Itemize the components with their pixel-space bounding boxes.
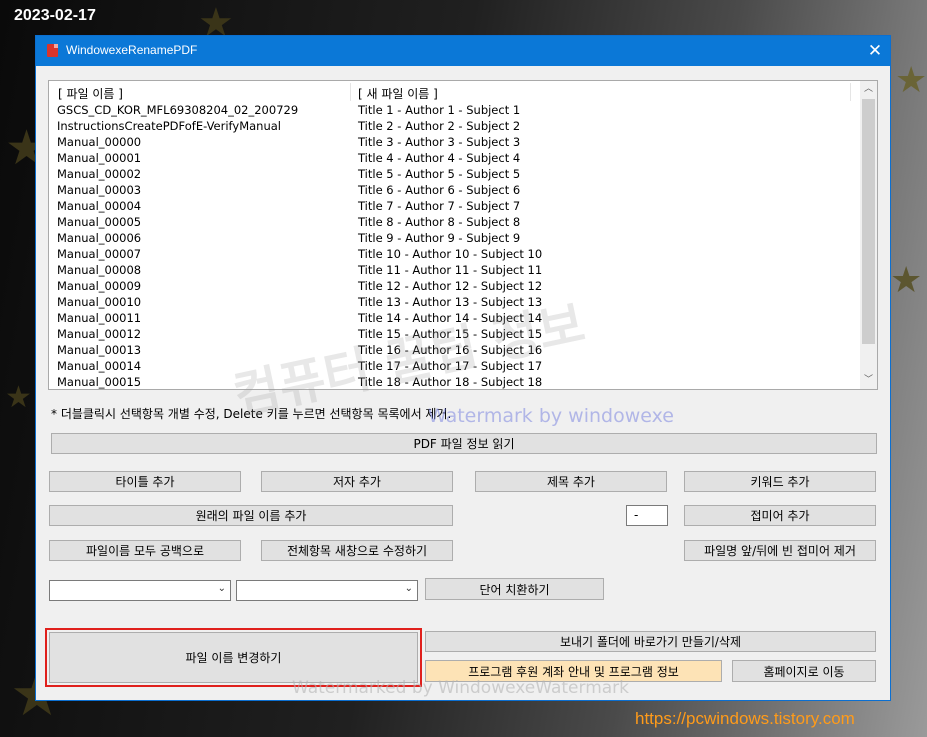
- list-item[interactable]: Manual_00010 Title 13 - Author 13 - Subje…: [49, 295, 862, 311]
- original-filename: Manual_00002: [57, 167, 142, 181]
- list-item[interactable]: Manual_00008 Title 11 - Author 11 - Subje…: [49, 263, 862, 279]
- new-filename: Title 5 - Author 5 - Subject 5: [358, 167, 521, 181]
- new-filename: Title 11 - Author 11 - Subject 11: [358, 263, 543, 277]
- list-item[interactable]: GSCS_CD_KOR_MFL69308204_02_200729 Title 1…: [49, 103, 862, 119]
- original-filename: Manual_00003: [57, 183, 142, 197]
- new-filename: Title 10 - Author 10 - Subject 10: [358, 247, 543, 261]
- new-filename: Title 7 - Author 7 - Subject 7: [358, 199, 521, 213]
- star-icon: ★: [5, 380, 32, 415]
- search-word-combo[interactable]: ⌄: [49, 580, 231, 601]
- add-suffix-button[interactable]: 접미어 추가: [684, 505, 876, 526]
- original-filename: Manual_00009: [57, 279, 142, 293]
- add-keyword-button[interactable]: 키워드 추가: [684, 471, 876, 492]
- new-filename: Title 17 - Author 17 - Subject 17: [358, 359, 543, 373]
- star-icon: ★: [890, 260, 923, 301]
- usage-hint: * 더블클릭시 선택항목 개별 수정, Delete 키를 누르면 선택항목 목…: [51, 407, 452, 421]
- desktop-date: 2023-02-17: [14, 7, 96, 24]
- chevron-down-icon[interactable]: ⌄: [218, 583, 226, 594]
- list-item[interactable]: Manual_00006 Title 9 - Author 9 - Subject…: [49, 231, 862, 247]
- list-item[interactable]: Manual_00009 Title 12 - Author 12 - Subje…: [49, 279, 862, 295]
- original-filename: Manual_00015: [57, 375, 142, 389]
- original-filename: GSCS_CD_KOR_MFL69308204_02_200729: [57, 103, 299, 117]
- file-list[interactable]: [ 파일 이름 ] [ 새 파일 이름 ] GSCS_CD_KOR_MFL693…: [48, 80, 878, 390]
- original-filename: Manual_00001: [57, 151, 142, 165]
- rename-files-button[interactable]: 파일 이름 변경하기: [49, 632, 418, 683]
- app-window: WindowexeRenamePDF ✕ [ 파일 이름 ] [ 새 파일 이름…: [35, 35, 891, 701]
- original-filename: Manual_00005: [57, 215, 142, 229]
- list-item[interactable]: Manual_00004 Title 7 - Author 7 - Subject…: [49, 199, 862, 215]
- new-filename: Title 15 - Author 15 - Subject 15: [358, 327, 543, 341]
- new-filename: Title 12 - Author 12 - Subject 12: [358, 279, 543, 293]
- list-item[interactable]: Manual_00014 Title 17 - Author 17 - Subje…: [49, 359, 862, 375]
- new-filename: Title 1 - Author 1 - Subject 1: [358, 103, 521, 117]
- list-item[interactable]: Manual_00013 Title 16 - Author 16 - Subje…: [49, 343, 862, 359]
- send-to-shortcut-button[interactable]: 보내기 폴더에 바로가기 만들기/삭제: [425, 631, 876, 652]
- original-filename: Manual_00000: [57, 135, 142, 149]
- column-header-new[interactable]: [ 새 파일 이름 ]: [358, 85, 438, 102]
- new-filename: Title 4 - Author 4 - Subject 4: [358, 151, 521, 165]
- list-header: [ 파일 이름 ] [ 새 파일 이름 ]: [49, 81, 862, 103]
- original-filename: Manual_00008: [57, 263, 142, 277]
- column-header-original[interactable]: [ 파일 이름 ]: [58, 85, 123, 102]
- new-filename: Title 14 - Author 14 - Subject 14: [358, 311, 543, 325]
- star-icon: ★: [895, 60, 927, 101]
- pdf-icon: [47, 44, 58, 57]
- homepage-button[interactable]: 홈페이지로 이동: [732, 660, 876, 682]
- list-item[interactable]: Manual_00015 Title 18 - Author 18 - Subje…: [49, 375, 862, 389]
- original-filename: Manual_00013: [57, 343, 142, 357]
- chevron-up-icon[interactable]: ︿: [860, 81, 877, 98]
- original-filename: Manual_00014: [57, 359, 142, 373]
- replace-word-combo[interactable]: ⌄: [236, 580, 418, 601]
- site-url: https://pcwindows.tistory.com: [635, 709, 855, 728]
- list-item[interactable]: Manual_00000 Title 3 - Author 3 - Subject…: [49, 135, 862, 151]
- new-filename: Title 6 - Author 6 - Subject 6: [358, 183, 521, 197]
- add-title-button[interactable]: 타이틀 추가: [49, 471, 241, 492]
- list-item[interactable]: Manual_00003 Title 6 - Author 6 - Subject…: [49, 183, 862, 199]
- add-original-name-button[interactable]: 원래의 파일 이름 추가: [49, 505, 453, 526]
- list-item[interactable]: InstructionsCreatePDFofE-VerifyManual Tit…: [49, 119, 862, 135]
- list-rows: GSCS_CD_KOR_MFL69308204_02_200729 Title 1…: [49, 103, 862, 389]
- suffix-field[interactable]: -: [626, 505, 668, 526]
- close-button[interactable]: ✕: [860, 36, 890, 66]
- list-item[interactable]: Manual_00011 Title 14 - Author 14 - Subje…: [49, 311, 862, 327]
- list-item[interactable]: Manual_00002 Title 5 - Author 5 - Subject…: [49, 167, 862, 183]
- original-filename: Manual_00004: [57, 199, 142, 213]
- new-filename: Title 2 - Author 2 - Subject 2: [358, 119, 521, 133]
- new-filename: Title 8 - Author 8 - Subject 8: [358, 215, 521, 229]
- list-item[interactable]: Manual_00012 Title 15 - Author 15 - Subje…: [49, 327, 862, 343]
- remove-empty-affix-button[interactable]: 파일명 앞/뒤에 빈 접미어 제거: [684, 540, 876, 561]
- chevron-down-icon[interactable]: ﹀: [860, 372, 877, 389]
- list-item[interactable]: Manual_00007 Title 10 - Author 10 - Subje…: [49, 247, 862, 263]
- new-filename: Title 16 - Author 16 - Subject 16: [358, 343, 543, 357]
- list-item[interactable]: Manual_00005 Title 8 - Author 8 - Subject…: [49, 215, 862, 231]
- title-bar: WindowexeRenamePDF ✕: [36, 36, 890, 66]
- new-filename: Title 18 - Author 18 - Subject 18: [358, 375, 543, 389]
- chevron-down-icon[interactable]: ⌄: [405, 583, 413, 594]
- replace-word-button[interactable]: 단어 치환하기: [425, 578, 604, 600]
- edit-all-new-window-button[interactable]: 전체항목 새창으로 수정하기: [261, 540, 453, 561]
- original-filename: Manual_00010: [57, 295, 142, 309]
- original-filename: Manual_00006: [57, 231, 142, 245]
- scrollbar-thumb[interactable]: [862, 99, 875, 344]
- window-title: WindowexeRenamePDF: [66, 43, 198, 57]
- new-filename: Title 13 - Author 13 - Subject 13: [358, 295, 543, 309]
- add-author-button[interactable]: 저자 추가: [261, 471, 453, 492]
- list-item[interactable]: Manual_00001 Title 4 - Author 4 - Subject…: [49, 151, 862, 167]
- new-filename: Title 9 - Author 9 - Subject 9: [358, 231, 521, 245]
- blank-all-names-button[interactable]: 파일이름 모두 공백으로: [49, 540, 241, 561]
- original-filename: Manual_00011: [57, 311, 142, 325]
- original-filename: Manual_00012: [57, 327, 142, 341]
- original-filename: Manual_00007: [57, 247, 142, 261]
- add-subject-button[interactable]: 제목 추가: [475, 471, 667, 492]
- program-info-button[interactable]: 프로그램 후원 계좌 안내 및 프로그램 정보: [425, 660, 722, 682]
- original-filename: InstructionsCreatePDFofE-VerifyManual: [57, 119, 281, 133]
- vertical-scrollbar[interactable]: ︿ ﹀: [860, 81, 877, 389]
- read-pdf-info-button[interactable]: PDF 파일 정보 읽기: [51, 433, 877, 454]
- new-filename: Title 3 - Author 3 - Subject 3: [358, 135, 521, 149]
